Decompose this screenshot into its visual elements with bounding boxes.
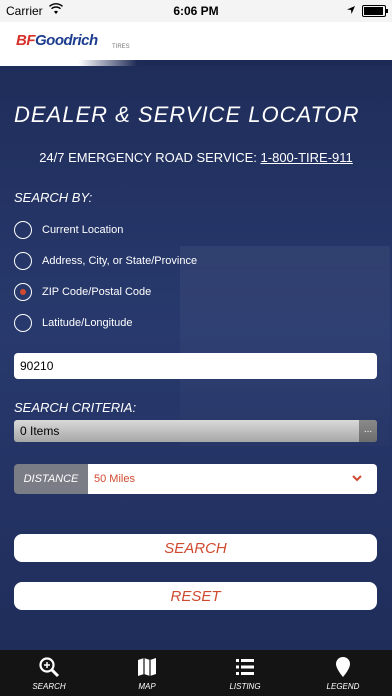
distance-value: 50 Miles xyxy=(94,473,135,485)
logo-tires-label: TIRES xyxy=(112,44,130,50)
distance-dropdown[interactable]: 50 Miles xyxy=(88,464,377,494)
tab-bar: SEARCH MAP LISTING LEGEND xyxy=(0,650,392,696)
tab-legend[interactable]: LEGEND xyxy=(294,650,392,696)
emergency-phone-link[interactable]: 1-800-TIRE-911 xyxy=(261,150,353,165)
emergency-label: 24/7 EMERGENCY ROAD SERVICE: xyxy=(39,150,257,165)
location-arrow-icon xyxy=(346,4,356,18)
map-pin-icon xyxy=(336,657,350,677)
chevron-down-icon xyxy=(352,475,362,482)
search-by-label: SEARCH BY: xyxy=(14,190,93,205)
list-icon xyxy=(236,659,254,675)
radio-button[interactable] xyxy=(14,221,32,239)
criteria-value: 0 Items xyxy=(20,424,60,438)
search-icon xyxy=(39,657,60,678)
radio-button[interactable] xyxy=(14,314,32,332)
distance-label: DISTANCE xyxy=(14,464,88,494)
radio-label: Latitude/Longitude xyxy=(42,317,133,329)
tab-label: MAP xyxy=(138,682,156,691)
bfgoodrich-logo: BFGoodrich xyxy=(16,32,98,49)
status-bar: Carrier 6:06 PM xyxy=(0,0,392,22)
tab-search[interactable]: SEARCH xyxy=(0,650,98,696)
map-icon xyxy=(138,658,156,676)
locator-panel: DEALER & SERVICE LOCATOR 24/7 EMERGENCY … xyxy=(0,66,392,650)
radio-zip-code[interactable]: ZIP Code/Postal Code xyxy=(14,280,151,304)
page-title: DEALER & SERVICE LOCATOR xyxy=(14,102,360,127)
zip-code-input[interactable] xyxy=(14,353,377,379)
search-button[interactable]: SEARCH xyxy=(14,534,377,562)
radio-label: Current Location xyxy=(42,224,124,236)
radio-label: Address, City, or State/Province xyxy=(42,255,198,267)
more-options-button[interactable]: ... xyxy=(359,420,377,442)
radio-current-location[interactable]: Current Location xyxy=(14,218,123,242)
reset-button[interactable]: RESET xyxy=(14,582,377,610)
distance-selector[interactable]: DISTANCE 50 Miles xyxy=(14,464,377,494)
clock: 6:06 PM xyxy=(173,4,219,18)
radio-button-selected[interactable] xyxy=(14,283,32,301)
radio-lat-long[interactable]: Latitude/Longitude xyxy=(14,311,133,335)
radio-address[interactable]: Address, City, or State/Province xyxy=(14,249,197,273)
brand-header: BFGoodrich TIRES xyxy=(0,22,392,66)
tab-map[interactable]: MAP xyxy=(98,650,196,696)
search-criteria-label: SEARCH CRITERIA: xyxy=(14,400,137,415)
radio-button[interactable] xyxy=(14,252,32,270)
tab-label: LEGEND xyxy=(326,682,360,691)
tab-label: LISTING xyxy=(229,682,261,691)
battery-icon xyxy=(362,5,388,17)
tab-label: SEARCH xyxy=(32,682,66,691)
emergency-line: 24/7 EMERGENCY ROAD SERVICE: 1-800-TIRE-… xyxy=(0,150,392,165)
search-criteria-selector[interactable]: 0 Items ... xyxy=(14,420,377,442)
radio-label: ZIP Code/Postal Code xyxy=(42,286,152,298)
tab-listing[interactable]: LISTING xyxy=(196,650,294,696)
